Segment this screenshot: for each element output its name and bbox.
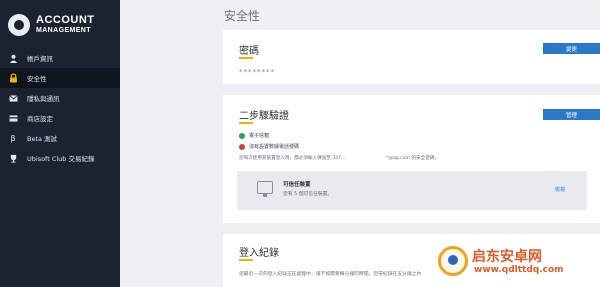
monitor-icon <box>257 181 273 197</box>
login-history-title: 登入紀錄 <box>239 248 279 259</box>
status-email-label: 電子信箱 <box>249 133 270 139</box>
trusted-devices-title: 可信任裝置 <box>283 182 311 188</box>
sidebar-item-label: 帳戶資訊 <box>27 55 53 63</box>
sidebar-item-label: 安全性 <box>27 75 47 83</box>
watermark: 启东安卓网 www.qdlttdq.com <box>438 243 598 287</box>
watermark-url: www.qdlttdq.com <box>474 265 564 275</box>
page-title: 安全性 <box>224 9 261 23</box>
status-phone-label: 沒有設置數據電話號碼 <box>249 144 300 150</box>
trophy-icon <box>8 153 18 163</box>
ubisoft-logo-icon <box>8 14 30 36</box>
sidebar-item-beta[interactable]: β Beta 測試 <box>0 128 120 148</box>
lock-icon <box>8 73 18 83</box>
two-step-description-email: *@qq.com 的安全密碼。 <box>386 156 440 161</box>
beta-icon: β <box>10 133 16 143</box>
sidebar-item-label: 隱私與通訊 <box>27 95 60 103</box>
title-underline <box>239 259 253 261</box>
two-step-title: 二步驟驗證 <box>239 111 289 122</box>
sidebar-item-label: 商店設定 <box>27 115 53 123</box>
brand-line2: MANAGEMENT <box>36 26 91 34</box>
two-step-card: 二步驟驗證 管理 電子信箱 沒有設置數據電話號碼 您每次使用新裝置登入時，都必須… <box>223 95 600 223</box>
login-history-description: 您最近一次的登入紀錄正在處理中，請不如需要每分鐘的時間。您帶紀錄在五分鐘之內 <box>239 272 422 277</box>
two-step-description: 您每次使用新裝置登入時，都必須輸入傳送至 337... <box>239 156 346 161</box>
brand-line1: ACCOUNT <box>36 13 95 26</box>
person-icon <box>8 53 18 63</box>
password-card: 密碼 變更 ******** <box>223 30 600 84</box>
brand[interactable]: ACCOUNT MANAGEMENT <box>8 14 95 36</box>
status-email: 電子信箱 <box>239 132 269 139</box>
warning-icon <box>239 143 245 150</box>
title-underline <box>239 57 253 59</box>
sidebar-item-security[interactable]: 安全性 <box>0 68 120 88</box>
sidebar-item-store-settings[interactable]: 商店設定 <box>0 108 120 128</box>
sidebar-item-privacy[interactable]: 隱私與通訊 <box>0 88 120 108</box>
sidebar-item-club-transactions[interactable]: Ubisoft Club 交易紀錄 <box>0 148 120 168</box>
card-icon <box>8 113 18 123</box>
title-underline <box>239 122 253 124</box>
mail-icon <box>8 93 18 103</box>
change-password-button[interactable]: 變更 <box>543 43 600 54</box>
sidebar-item-account-info[interactable]: 帳戶資訊 <box>0 48 120 68</box>
trusted-devices-count: 您有 5 個可信任裝置。 <box>283 192 333 197</box>
watermark-logo-icon <box>438 246 468 276</box>
sidebar-nav: 帳戶資訊 安全性 隱私與通訊 商店設定 β Beta 測試 Ubisoft Cl… <box>0 48 120 168</box>
status-phone: 沒有設置數據電話號碼 <box>239 143 299 150</box>
brand-text: ACCOUNT MANAGEMENT <box>36 13 95 35</box>
watermark-text: 启东安卓网 <box>472 249 542 265</box>
sidebar-item-label: Ubisoft Club 交易紀錄 <box>27 155 95 163</box>
check-icon <box>239 132 245 139</box>
manage-two-step-button[interactable]: 管理 <box>543 109 600 120</box>
view-devices-link[interactable]: 檢視 <box>555 186 565 193</box>
sidebar-item-label: Beta 測試 <box>27 135 58 143</box>
trusted-devices-panel: 可信任裝置 您有 5 個可信任裝置。 檢視 <box>237 171 587 210</box>
sidebar: ACCOUNT MANAGEMENT 帳戶資訊 安全性 隱私與通訊 商店設定 β… <box>0 0 120 287</box>
password-title: 密碼 <box>239 46 259 57</box>
password-mask: ******** <box>239 68 275 76</box>
